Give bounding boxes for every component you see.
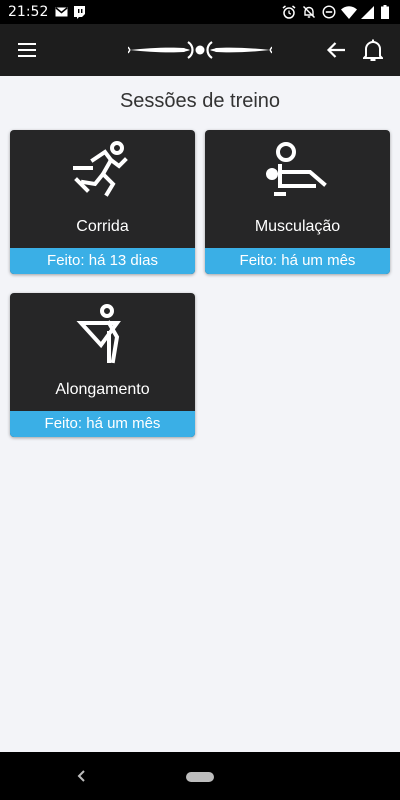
system-nav-bar: [0, 752, 400, 800]
do-not-disturb-icon: [322, 4, 336, 20]
weightlifting-icon: [265, 142, 327, 196]
app-bar: [0, 24, 400, 76]
stretching-icon: [75, 304, 121, 364]
page-title: Sessões de treino: [119, 90, 281, 112]
session-card-corrida[interactable]: Corrida Feito: há 13 dias: [10, 130, 195, 274]
session-status: Feito: há 13 dias: [10, 248, 195, 274]
running-icon: [72, 141, 128, 197]
session-card-alongamento[interactable]: Alongamento Feito: há um mês: [10, 293, 195, 437]
session-name: Musculação: [254, 218, 341, 235]
wifi-icon: [341, 4, 357, 20]
session-status: Feito: há um mês: [10, 411, 195, 437]
session-name: Corrida: [76, 218, 129, 235]
notifications-button[interactable]: [357, 34, 389, 66]
session-status: Feito: há um mês: [205, 248, 390, 274]
status-bar: 21:52: [0, 0, 400, 24]
nav-back-icon[interactable]: [72, 766, 92, 786]
battery-icon: [380, 4, 390, 20]
menu-icon: [18, 43, 36, 57]
cellular-icon: [360, 4, 374, 20]
gmail-icon: [54, 4, 68, 20]
menu-button[interactable]: [11, 34, 43, 66]
status-time: 21:52: [8, 4, 49, 20]
back-button[interactable]: [320, 34, 352, 66]
app-logo: [128, 41, 272, 59]
arrow-back-icon: [326, 42, 345, 58]
session-name: Alongamento: [55, 381, 150, 398]
bell-icon: [363, 39, 383, 61]
notifications-off-icon: [302, 4, 316, 20]
twitch-icon: [72, 4, 86, 20]
session-card-musculacao[interactable]: Musculação Feito: há um mês: [205, 130, 390, 274]
home-pill[interactable]: [186, 772, 214, 782]
alarm-icon: [282, 4, 296, 20]
